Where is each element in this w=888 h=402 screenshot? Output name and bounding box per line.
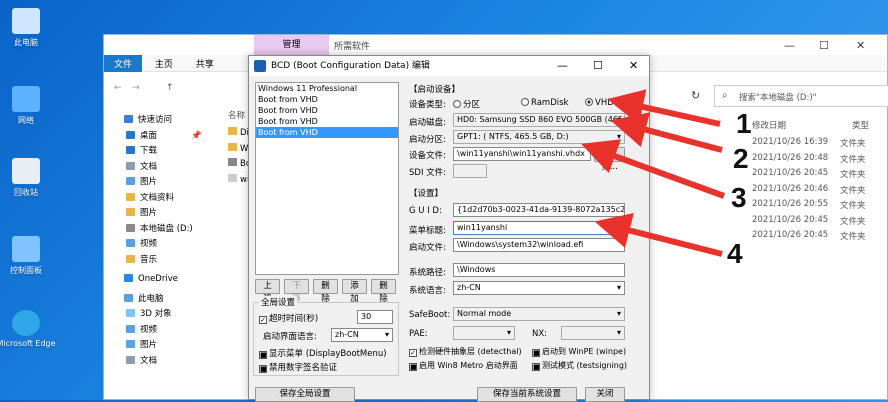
arrow-4 [594,212,723,257]
annotation-1: 1 [736,108,752,139]
annotation-3: 3 [731,182,747,213]
arrow-2 [610,112,723,153]
annotation-2: 2 [733,143,749,174]
annotation-arrows [581,89,726,257]
arrow-1 [607,89,721,127]
annotation-4: 4 [727,238,743,269]
arrow-3 [581,139,726,199]
